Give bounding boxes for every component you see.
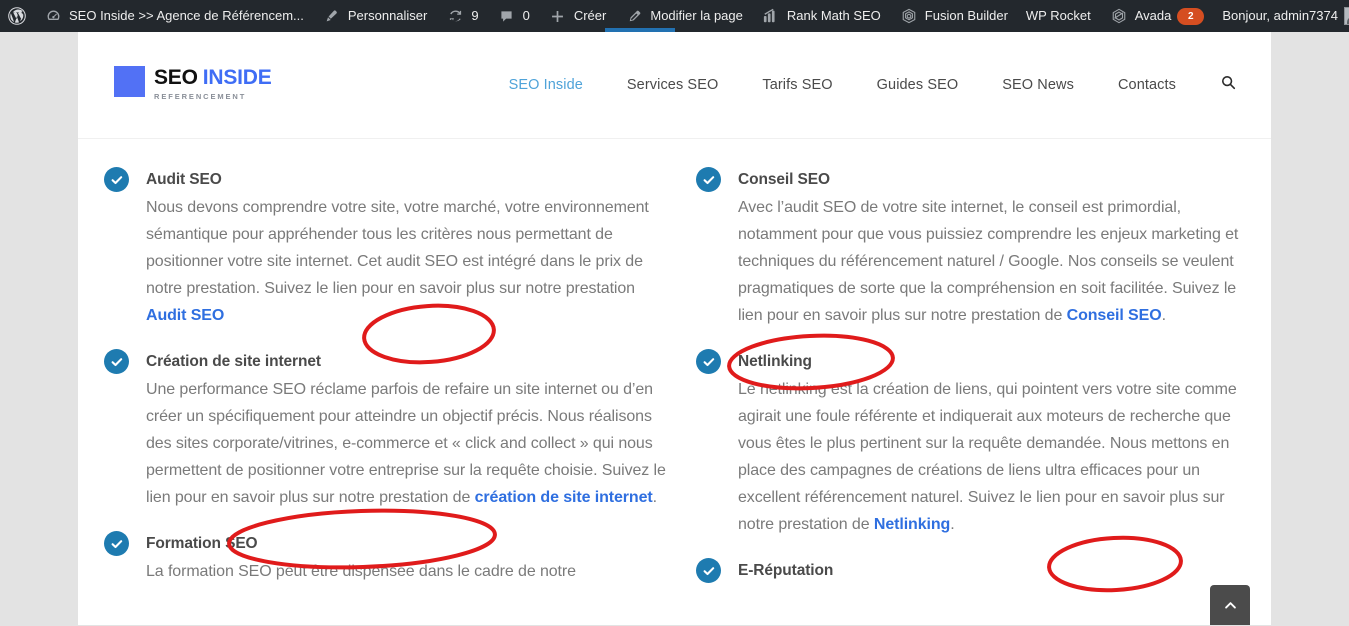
fusion-builder-icon (899, 6, 919, 26)
feature-body: Nous devons comprendre votre site, votre… (146, 194, 670, 329)
feature-title: Création de site internet (146, 353, 321, 370)
rank-math-icon (761, 6, 781, 26)
plus-icon (548, 6, 568, 26)
feature-body-text-after: . (950, 516, 955, 533)
chevron-up-icon (1222, 597, 1239, 614)
feature-body: Une performance SEO réclame parfois de r… (146, 376, 670, 511)
feature-body: Avec l’audit SEO de votre site internet,… (738, 194, 1262, 329)
features-column-right: Conseil SEO Avec l’audit SEO de votre si… (696, 139, 1262, 593)
dashboard-speedometer-icon (43, 6, 63, 26)
nav-item-seo-news[interactable]: SEO News (980, 77, 1096, 93)
admin-bar-greeting-label: Bonjour, admin7374 (1222, 8, 1338, 23)
features-column-left: Audit SEO Nous devons comprendre votre s… (104, 139, 670, 595)
check-circle-icon (104, 167, 129, 192)
user-avatar-icon (1343, 7, 1349, 25)
feature-link-netlinking[interactable]: Netlinking (874, 516, 950, 533)
admin-bar-item-wp-rocket[interactable]: WP Rocket (1017, 0, 1100, 32)
admin-bar-item-rank-math[interactable]: Rank Math SEO (752, 0, 890, 32)
wordpress-logo-icon (7, 6, 27, 26)
check-circle-icon (696, 558, 721, 583)
nav-item-contacts[interactable]: Contacts (1096, 77, 1198, 93)
feature-body-text: Avec l’audit SEO de votre site internet,… (738, 199, 1239, 324)
feature-body: Le netlinking est la création de liens, … (738, 376, 1262, 538)
admin-bar-new-content-label: Créer (573, 8, 607, 23)
content-area: Audit SEO Nous devons comprendre votre s… (78, 139, 1271, 626)
site-header: SEO INSIDE REFERENCEMENT SEO Inside Servi… (78, 32, 1271, 139)
admin-bar-item-site-name[interactable]: SEO Inside >> Agence de Référencem... (34, 0, 313, 32)
search-icon (1220, 74, 1237, 96)
feature-creation-site-internet: Création de site internet Une performanc… (104, 349, 670, 511)
logo-main-text: SEO INSIDE (154, 67, 272, 88)
logo-wordmark: SEO INSIDE REFERENCEMENT (154, 66, 272, 101)
nav-item-seo-inside[interactable]: SEO Inside (487, 77, 605, 93)
admin-bar-wp-rocket-label: WP Rocket (1025, 8, 1091, 23)
check-circle-icon (696, 167, 721, 192)
feature-title: Conseil SEO (738, 171, 830, 188)
nav-item-services-seo[interactable]: Services SEO (605, 77, 740, 93)
admin-bar-item-my-account[interactable]: Bonjour, admin7374 (1213, 0, 1349, 32)
feature-body-text: Le netlinking est la création de liens, … (738, 381, 1237, 533)
main-navigation: SEO Inside Services SEO Tarifs SEO Guide… (487, 32, 1247, 138)
nav-item-tarifs-seo[interactable]: Tarifs SEO (740, 77, 854, 93)
admin-bar-fusion-builder-label: Fusion Builder (924, 8, 1008, 23)
feature-title: Formation SEO (146, 535, 258, 552)
scroll-to-top-button[interactable] (1210, 585, 1250, 625)
feature-body-text: Une performance SEO réclame parfois de r… (146, 381, 666, 506)
admin-bar-item-new-content[interactable]: Créer (539, 0, 616, 32)
check-circle-icon (696, 349, 721, 374)
nav-search-button[interactable] (1198, 74, 1247, 96)
admin-bar-active-tab-indicator (605, 28, 675, 32)
logo-word-inside: INSIDE (202, 66, 272, 89)
feature-conseil-seo: Conseil SEO Avec l’audit SEO de votre si… (696, 167, 1262, 329)
feature-link-audit-seo[interactable]: Audit SEO (146, 307, 224, 324)
feature-body-text-after: . (1161, 307, 1166, 324)
admin-bar-customize-label: Personnaliser (347, 8, 428, 23)
feature-title: E-Réputation (738, 562, 834, 579)
check-circle-icon (104, 349, 129, 374)
paintbrush-icon (322, 6, 342, 26)
comment-bubble-icon (497, 6, 517, 26)
admin-bar-site-name-label: SEO Inside >> Agence de Référencem... (69, 8, 304, 23)
feature-audit-seo: Audit SEO Nous devons comprendre votre s… (104, 167, 670, 329)
admin-bar-item-comments[interactable]: 0 (488, 0, 539, 32)
admin-bar-avada-label: Avada (1134, 8, 1172, 23)
admin-bar-item-wordpress[interactable] (0, 0, 34, 32)
admin-bar-item-fusion-builder[interactable]: Fusion Builder (890, 0, 1017, 32)
logo-tagline: REFERENCEMENT (154, 92, 247, 101)
logo-square-icon (114, 66, 145, 97)
nav-item-guides-seo[interactable]: Guides SEO (855, 77, 981, 93)
feature-body: La formation SEO peut être dispensée dan… (146, 563, 576, 580)
admin-bar-rank-math-label: Rank Math SEO (786, 8, 881, 23)
feature-body-text: Nous devons comprendre votre site, votre… (146, 199, 649, 297)
admin-bar-updates-count: 9 (471, 8, 479, 23)
logo-word-seo: SEO (154, 66, 198, 89)
avada-icon (1109, 6, 1129, 26)
feature-title: Audit SEO (146, 171, 222, 188)
pencil-icon (624, 6, 644, 26)
check-circle-icon (104, 531, 129, 556)
admin-bar-item-customize[interactable]: Personnaliser (313, 0, 437, 32)
feature-link-creation-site-internet[interactable]: création de site internet (475, 489, 653, 506)
admin-bar-item-avada[interactable]: Avada 2 (1100, 0, 1214, 32)
admin-bar-avada-badge: 2 (1177, 7, 1205, 25)
site-logo[interactable]: SEO INSIDE REFERENCEMENT (114, 66, 272, 101)
feature-formation-seo: Formation SEO La formation SEO peut être… (104, 531, 670, 585)
feature-link-conseil-seo[interactable]: Conseil SEO (1067, 307, 1162, 324)
feature-body-text-after: . (652, 489, 657, 506)
admin-bar-comments-count: 0 (522, 8, 530, 23)
admin-bar-item-updates[interactable]: 9 (436, 0, 487, 32)
page-canvas: SEO INSIDE REFERENCEMENT SEO Inside Servi… (78, 32, 1271, 625)
feature-e-reputation: E-Réputation (696, 558, 1262, 583)
update-arrows-icon (445, 6, 465, 26)
feature-title: Netlinking (738, 353, 812, 370)
feature-netlinking: Netlinking Le netlinking est la création… (696, 349, 1262, 538)
